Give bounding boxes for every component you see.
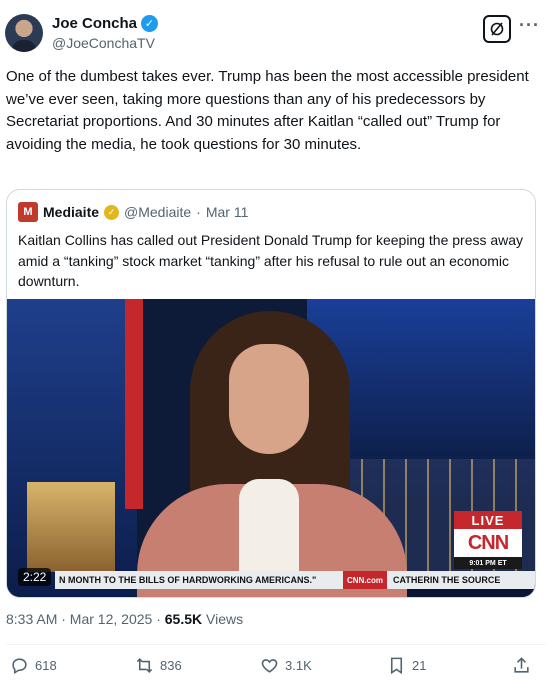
anchor-shirt bbox=[239, 479, 299, 579]
quoted-author-handle: @Mediaite bbox=[124, 204, 192, 220]
broadcast-time: 9:01 PM ET bbox=[454, 557, 522, 569]
cnn-logo: CNN bbox=[454, 529, 522, 557]
author-name-row: Joe Concha ✓ bbox=[52, 15, 159, 32]
grok-button[interactable] bbox=[483, 15, 511, 43]
quoted-tweet[interactable]: M Mediaite ✓ @Mediaite · Mar 11 Kaitlan … bbox=[6, 189, 536, 598]
repost-icon bbox=[136, 658, 153, 673]
reply-icon bbox=[12, 658, 27, 675]
quoted-tweet-header: M Mediaite ✓ @Mediaite · Mar 11 bbox=[18, 202, 248, 222]
reply-button[interactable]: 618 bbox=[10, 656, 57, 675]
share-button[interactable] bbox=[512, 656, 531, 675]
news-ticker: N MONTH TO THE BILLS OF HARDWORKING AMER… bbox=[55, 571, 535, 589]
ticker-show: CATHERIN THE SOURCE bbox=[393, 575, 501, 585]
cnn-live-bug: LIVE CNN 9:01 PM ET bbox=[454, 511, 522, 569]
video-duration: 2:22 bbox=[18, 568, 52, 586]
verified-org-badge-icon: ✓ bbox=[104, 204, 120, 220]
avatar[interactable] bbox=[5, 14, 43, 52]
verified-badge-icon: ✓ bbox=[141, 15, 159, 32]
grok-icon bbox=[490, 22, 504, 36]
bookmark-count: 21 bbox=[412, 658, 427, 673]
live-label: LIVE bbox=[454, 511, 522, 529]
anchor-face bbox=[229, 344, 309, 454]
repost-button[interactable]: 836 bbox=[135, 656, 182, 675]
author-name[interactable]: Joe Concha bbox=[52, 15, 137, 32]
like-button[interactable]: 3.1K bbox=[260, 656, 312, 675]
tweet-header: Joe Concha ✓ @JoeConchaTV ··· bbox=[0, 0, 553, 64]
share-icon bbox=[514, 657, 529, 673]
views-label: Views bbox=[202, 611, 244, 627]
studio-red-panel bbox=[125, 299, 143, 509]
bookmark-button[interactable]: 21 bbox=[387, 656, 426, 675]
bookmark-icon bbox=[390, 657, 403, 675]
building-image bbox=[27, 482, 115, 572]
separator-dot: · bbox=[196, 204, 201, 220]
divider bbox=[6, 644, 546, 645]
ticker-text: N MONTH TO THE BILLS OF HARDWORKING AMER… bbox=[59, 575, 317, 585]
video-player[interactable]: LIVE CNN 9:01 PM ET N MONTH TO THE BILLS… bbox=[7, 299, 535, 597]
tweet-meta: 8:33 AM · Mar 12, 2025 · 65.5K Views bbox=[6, 611, 243, 627]
quoted-tweet-text: Kaitlan Collins has called out President… bbox=[18, 232, 524, 289]
quoted-date: Mar 11 bbox=[205, 204, 249, 220]
ticker-site: CNN.com bbox=[343, 571, 388, 589]
tweet-timestamp[interactable]: 8:33 AM · Mar 12, 2025 · bbox=[6, 611, 165, 627]
quoted-author-name: Mediaite bbox=[43, 204, 100, 220]
repost-count: 836 bbox=[160, 658, 182, 673]
like-count: 3.1K bbox=[285, 658, 312, 673]
views-count[interactable]: 65.5K bbox=[165, 611, 202, 627]
author-handle[interactable]: @JoeConchaTV bbox=[52, 35, 155, 51]
more-options-icon[interactable]: ··· bbox=[519, 15, 540, 36]
reply-count: 618 bbox=[35, 658, 57, 673]
tweet-text: One of the dumbest takes ever. Trump has… bbox=[6, 68, 529, 153]
heart-icon bbox=[261, 659, 278, 673]
mediaite-logo: M bbox=[18, 202, 38, 222]
action-bar: 618 836 3.1K 21 bbox=[0, 654, 553, 680]
